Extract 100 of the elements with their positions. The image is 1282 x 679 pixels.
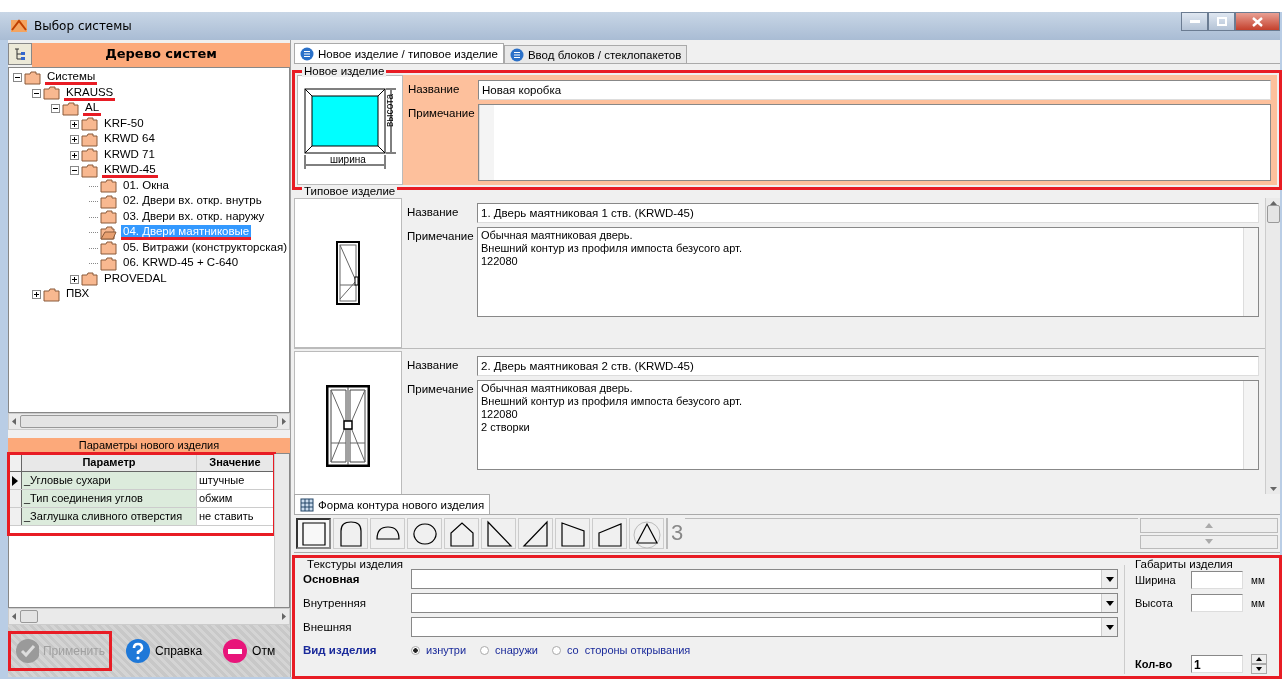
expand-toggle-icon[interactable] (70, 135, 79, 145)
scrollbar-thumb[interactable] (20, 610, 38, 623)
name-field[interactable]: 1. Дверь маятниковая 1 ств. (KRWD-45) (477, 203, 1259, 223)
tab[interactable]: Ввод блоков / стеклопакетов (503, 45, 688, 63)
tab[interactable]: Форма контура нового изделия (294, 494, 491, 514)
tree-item[interactable]: 03. Двери вх. откр. наружу (121, 209, 267, 225)
tree-item[interactable]: ПВХ (64, 287, 92, 303)
shape-button[interactable] (333, 518, 368, 549)
tab[interactable]: Новое изделие / типовое изделие (294, 43, 504, 63)
shape-button[interactable] (518, 518, 553, 549)
texture-dropdown[interactable] (411, 569, 1118, 589)
current-row-icon (12, 475, 18, 486)
tree-connector (89, 247, 98, 249)
tree-view-button[interactable] (8, 43, 32, 65)
left-arrow-icon (12, 613, 16, 620)
left-arrow-icon (12, 418, 16, 425)
folder-icon (81, 148, 98, 163)
shape-button[interactable] (592, 518, 627, 549)
scrollbar-thumb[interactable] (20, 415, 278, 428)
tree-item[interactable]: Системы (45, 70, 98, 86)
dropdown-arrow-icon (1105, 576, 1114, 582)
name-field[interactable]: 2. Дверь маятниковая 2 ств. (KRWD-45) (477, 356, 1259, 376)
door-drawing (336, 241, 360, 305)
shape-button[interactable] (481, 518, 516, 549)
tree-item[interactable]: PROVEDAL (102, 271, 169, 287)
field-label: Вид изделия (303, 644, 378, 656)
field-label: Кол-во (1135, 658, 1174, 670)
height-label: высота (385, 94, 395, 127)
tree-item[interactable]: 01. Окна (121, 178, 171, 194)
note-field[interactable] (478, 104, 1271, 181)
quantity-field[interactable]: 1 (1191, 655, 1243, 673)
radio-button[interactable] (480, 645, 490, 655)
input-field[interactable] (1191, 594, 1243, 612)
texture-dropdown[interactable] (411, 617, 1118, 637)
group-legend: Новое изделие (302, 65, 387, 77)
expand-toggle-icon[interactable] (13, 73, 22, 83)
tree-connector (89, 232, 98, 234)
folder-icon (100, 241, 117, 256)
tree-item[interactable]: KRWD-45 (102, 163, 158, 179)
expand-toggle-icon[interactable] (70, 119, 79, 129)
radio-option[interactable]: со стороны открывания (551, 644, 691, 656)
action-button[interactable]: Справка (120, 633, 208, 669)
field-label: Внутренняя (303, 597, 367, 609)
close-button[interactable] (1235, 12, 1280, 31)
vertical-scrollbar[interactable] (274, 454, 289, 607)
radio-option[interactable]: снаружи (480, 644, 538, 656)
window-title: Выбор системы (34, 19, 132, 33)
note-field[interactable]: Обычная маятниковая дверь. Внешний контур из профиля импоста безусого арт. 122080 2 створки (477, 380, 1259, 470)
shape-button[interactable] (370, 518, 405, 549)
maximize-button[interactable] (1208, 12, 1235, 31)
input-field[interactable] (1191, 571, 1243, 589)
horizontal-scrollbar[interactable] (8, 608, 290, 625)
action-button[interactable]: Отм (217, 633, 281, 669)
expand-toggle-icon[interactable] (70, 166, 79, 176)
count-display: 3 (666, 518, 684, 549)
expand-toggle-icon[interactable] (32, 290, 41, 300)
vertical-scrollbar[interactable] (1243, 381, 1258, 469)
tree-item[interactable]: KRF-50 (102, 116, 146, 132)
unit-label: мм (1251, 597, 1265, 609)
expand-toggle-icon[interactable] (70, 274, 79, 284)
vertical-scrollbar[interactable] (1265, 198, 1280, 494)
row-indicator[interactable] (9, 472, 22, 489)
shape-button[interactable] (296, 518, 331, 549)
radio-button[interactable] (551, 645, 561, 655)
folder-icon (24, 70, 41, 85)
decrement-button[interactable] (1251, 664, 1267, 674)
list-icon (509, 47, 524, 62)
scrollbar-thumb[interactable] (1266, 205, 1280, 223)
open-folder-icon (100, 225, 117, 240)
horizontal-scrollbar[interactable] (8, 413, 290, 430)
vertical-scrollbar[interactable] (479, 105, 494, 180)
expand-toggle-icon[interactable] (70, 150, 79, 160)
width-label: ширина (330, 154, 366, 165)
tree-item[interactable]: 02. Двери вх. откр. внутрь (121, 194, 264, 210)
tree-item[interactable]: KRWD 64 (102, 132, 157, 148)
field-label: Название (407, 205, 460, 220)
radio-button[interactable] (411, 645, 420, 655)
shape-button[interactable] (407, 518, 442, 549)
group-legend: Текстуры изделия (305, 558, 406, 570)
folder-icon (81, 117, 98, 132)
shape-button[interactable] (444, 518, 479, 549)
tree-item[interactable]: 06. KRWD-45 + C-640 (121, 256, 241, 272)
shape-button[interactable] (629, 518, 664, 549)
texture-dropdown[interactable] (411, 593, 1118, 613)
radio-option[interactable]: изнутри (411, 644, 467, 656)
expand-toggle-icon[interactable] (32, 88, 41, 98)
table-cell: _Угловые сухари (22, 472, 197, 489)
right-arrow-icon (282, 613, 286, 620)
note-field[interactable]: Обычная маятниковая дверь. Внешний контур из профиля импоста безусого арт. 122080 (477, 227, 1259, 317)
right-arrow-icon (282, 418, 286, 425)
tree-item[interactable]: KRWD 71 (102, 147, 157, 163)
tree-item[interactable]: KRAUSS (64, 85, 116, 101)
increment-button[interactable] (1251, 654, 1267, 664)
vertical-scrollbar[interactable] (1243, 228, 1258, 316)
column-header[interactable]: Параметр (22, 454, 197, 471)
shape-button[interactable] (555, 518, 590, 549)
name-field[interactable]: Новая коробка (478, 80, 1271, 100)
minimize-button[interactable] (1181, 12, 1208, 31)
expand-toggle-icon[interactable] (51, 104, 60, 114)
tree-item[interactable]: 05. Витражи (конструкторская) (121, 240, 289, 256)
